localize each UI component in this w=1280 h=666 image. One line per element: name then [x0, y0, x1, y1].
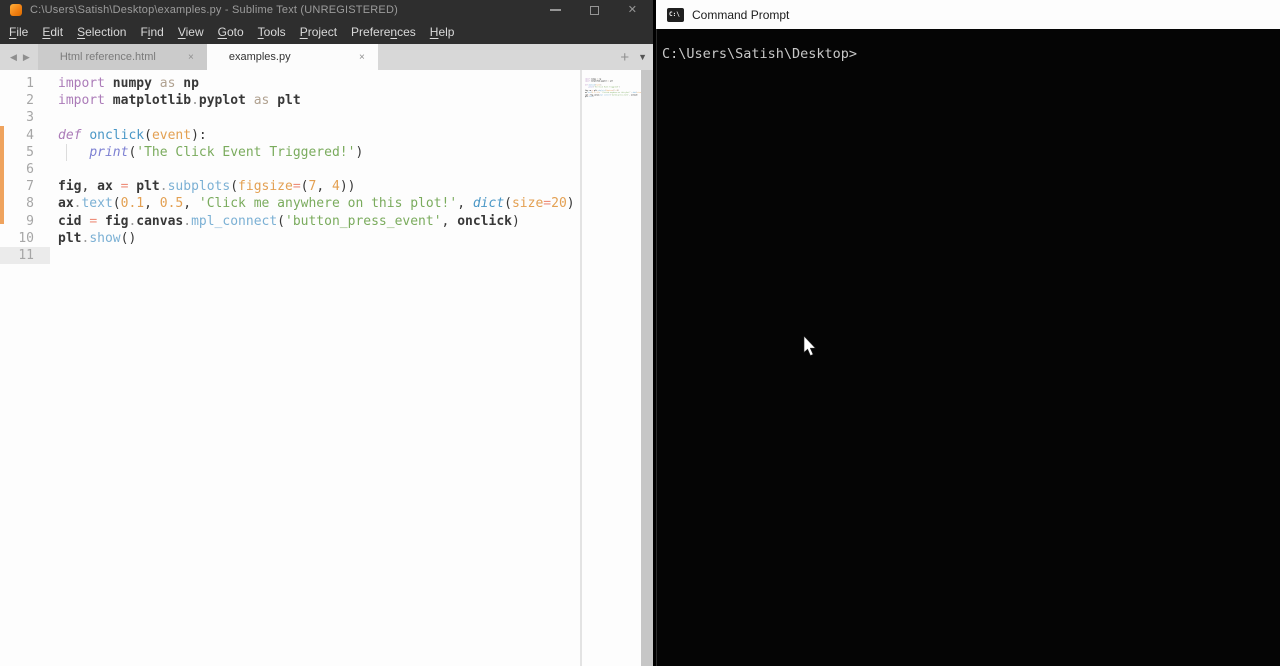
code-text[interactable]: 1 import numpy as np 2 import matplotlib.py…	[0, 75, 580, 265]
tab-bar: ◀ ▶ Html reference.html × examples.py × …	[0, 44, 653, 70]
tab-html-reference[interactable]: Html reference.html ×	[37, 44, 207, 70]
line-number: 1	[26, 76, 34, 91]
code-line-text: def onclick(event):	[58, 127, 207, 143]
code-line: 8 ax.text(0.1, 0.5, 'Click me anywhere on…	[0, 195, 580, 212]
code-line: 1 import numpy as np	[0, 75, 580, 92]
menu-edit[interactable]: Edit	[35, 20, 70, 44]
menu-bar: File Edit Selection Find View Goto Tools Projec…	[0, 20, 653, 44]
cmd-titlebar[interactable]: C:\ Command Prompt	[656, 0, 1280, 29]
prompt-text: C:\Users\Satish\Desktop>	[662, 46, 858, 62]
tab-close-icon[interactable]: ×	[188, 52, 194, 63]
command-prompt-window: C:\ Command Prompt C:\Users\Satish\Deskt…	[656, 0, 1280, 666]
menu-project[interactable]: Project	[293, 20, 344, 44]
close-icon[interactable]: ✕	[628, 4, 637, 16]
line-number: 4	[26, 127, 34, 143]
code-line-text	[50, 109, 580, 126]
code-line-text: fig, ax = plt.subplots(figsize=(7, 4))	[58, 179, 356, 195]
editor-scrollbar[interactable]	[641, 70, 653, 666]
code-line: 11	[0, 246, 580, 265]
menu-tools[interactable]: Tools	[251, 20, 293, 44]
line-number: 3	[26, 110, 34, 126]
code-line: 6	[0, 161, 580, 178]
code-line: 10 plt.show()	[0, 230, 580, 247]
minimap-line	[585, 98, 641, 100]
line-number: 11	[0, 246, 50, 265]
code-line-text: ax.text(0.1, 0.5, 'Click me anywhere on …	[58, 196, 575, 212]
code-line-text	[50, 247, 580, 264]
code-line-text: cid = fig.canvas.mpl_connect('button_pre…	[58, 213, 520, 229]
console[interactable]: C:\Users\Satish\Desktop>	[656, 29, 1280, 666]
tab-label: Html reference.html	[59, 51, 156, 63]
history-forward-icon[interactable]: ▶	[23, 52, 30, 63]
editor-area[interactable]: 1 import numpy as np 2 import matplotlib.py…	[0, 70, 653, 666]
minimap-border	[580, 70, 582, 666]
code-line-text: import numpy as np	[58, 76, 199, 91]
minimize-icon[interactable]	[549, 9, 561, 11]
menu-find[interactable]: Find	[133, 20, 170, 44]
code-line: 5 print('The Click Event Triggered!')	[0, 144, 580, 161]
line-number: 9	[26, 213, 34, 229]
code-line: 9 cid = fig.canvas.mpl_connect('button_pr…	[0, 213, 580, 230]
code-line: 3	[0, 109, 580, 126]
new-tab-icon[interactable]: +	[620, 49, 629, 66]
tab-label: examples.py	[228, 51, 291, 63]
tab-close-icon[interactable]: ×	[359, 52, 365, 63]
sublime-window: C:\Users\Satish\Desktop\examples.py - Su…	[0, 0, 656, 666]
cmd-icon: C:\	[667, 7, 684, 22]
menu-selection[interactable]: Selection	[70, 20, 133, 44]
tab-overflow-icon[interactable]: ▼	[638, 52, 647, 62]
window-title: C:\Users\Satish\Desktop\examples.py - Su…	[30, 4, 398, 16]
code-line: 7 fig, ax = plt.subplots(figsize=(7, 4))	[0, 178, 580, 195]
cmd-window-title: Command Prompt	[692, 7, 790, 22]
code-line-text: print('The Click Event Triggered!')	[89, 144, 364, 160]
code-line-text	[50, 161, 580, 178]
menu-goto[interactable]: Goto	[211, 20, 251, 44]
minimap-content: import numpy as np import matplotlib.pypl…	[585, 78, 641, 100]
mouse-cursor-icon	[803, 336, 816, 356]
tab-examples-py[interactable]: examples.py ×	[206, 44, 378, 70]
line-number: 10	[18, 230, 34, 246]
line-number: 7	[26, 179, 34, 195]
maximize-icon[interactable]	[589, 5, 599, 15]
menu-preferences[interactable]: Preferences	[344, 20, 423, 44]
line-number: 2	[26, 93, 34, 109]
line-number: 6	[26, 161, 34, 177]
sublime-titlebar[interactable]: C:\Users\Satish\Desktop\examples.py - Su…	[0, 0, 653, 20]
window-controls: ✕	[549, 0, 637, 20]
line-number: 8	[26, 196, 34, 212]
code-line-text: import matplotlib.pyplot as plt	[58, 93, 301, 109]
tab-nav-arrows: ◀ ▶	[0, 44, 38, 70]
menu-file[interactable]: File	[2, 20, 35, 44]
code-line: 4 def onclick(event):	[0, 127, 580, 144]
line-number: 5	[26, 144, 34, 160]
menu-view[interactable]: View	[171, 20, 211, 44]
sublime-logo-icon	[10, 4, 22, 16]
minimap[interactable]: import numpy as np import matplotlib.pypl…	[585, 78, 641, 198]
code-line: 2 import matplotlib.pyplot as plt	[0, 92, 580, 109]
menu-help[interactable]: Help	[423, 20, 462, 44]
history-back-icon[interactable]: ◀	[10, 52, 17, 63]
indent-guide	[66, 144, 67, 161]
code-line-text: plt.show()	[58, 230, 137, 246]
tabbar-actions: + ▼	[620, 44, 647, 70]
